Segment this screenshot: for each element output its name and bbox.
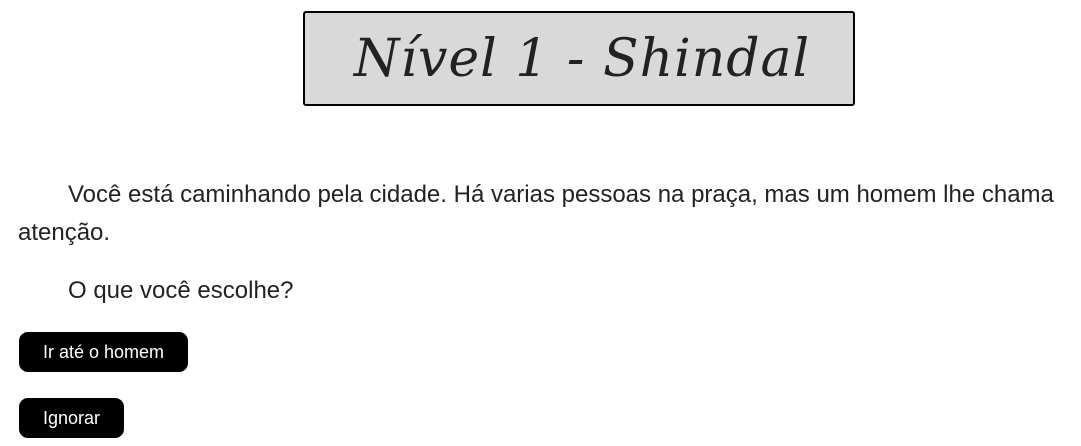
story-text: Você está caminhando pela cidade. Há var…	[18, 176, 1070, 252]
story-paragraph: Você está caminhando pela cidade. Há var…	[18, 181, 1054, 246]
choice-go-to-man-button[interactable]: Ir até o homem	[19, 332, 189, 372]
level-title: Nível 1 - Shindal	[353, 28, 811, 89]
choice-ignore-button[interactable]: Ignorar	[19, 398, 125, 438]
choice-prompt: O que você escolhe?	[68, 277, 294, 304]
level-title-banner: Nível 1 - Shindal	[303, 11, 855, 106]
